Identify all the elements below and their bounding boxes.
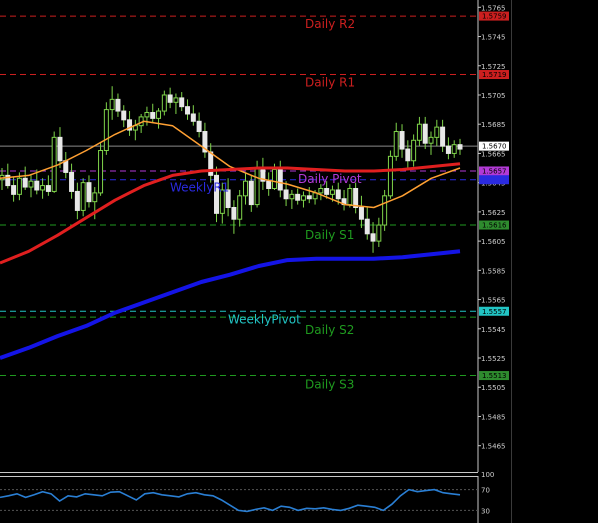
daily-s1-price-tag: 1.5616 <box>479 220 509 230</box>
svg-text:1.5719: 1.5719 <box>482 71 507 79</box>
daily-s3-price-tag: 1.5513 <box>479 371 509 381</box>
price-axis-tick-label: 1.5485 <box>481 413 506 421</box>
candle[interactable] <box>80 178 86 217</box>
price-axis-tick-label: 1.5605 <box>481 238 506 246</box>
forex-chart[interactable]: Daily R2 Daily R1 Daily Pivot WeeklyR1 Daily… <box>0 0 598 523</box>
daily-s3-label: Daily S3 <box>305 378 354 392</box>
svg-text:1.5759: 1.5759 <box>482 13 507 21</box>
weeklypivot-label: WeeklyPivot <box>228 312 301 326</box>
svg-text:1.5513: 1.5513 <box>482 372 507 380</box>
price-axis-tick-label: 1.5625 <box>481 209 506 217</box>
price-axis-tick-label: 1.5665 <box>481 150 506 158</box>
daily-pivot-label: Daily Pivot <box>298 172 362 186</box>
oscillator-tick-label: 100 <box>481 471 494 479</box>
price-axis-tick-label: 1.5565 <box>481 297 506 305</box>
price-axis-tick-label: 1.5465 <box>481 443 506 451</box>
svg-text:1.5557: 1.5557 <box>482 308 507 316</box>
candle[interactable] <box>382 189 388 231</box>
weeklyr1-label: WeeklyR1 <box>170 181 229 195</box>
daily-r2-price-tag: 1.5759 <box>479 11 509 21</box>
price-axis-tick-label: 1.5765 <box>481 4 506 12</box>
price-axis-tick-label: 1.5745 <box>481 34 506 42</box>
daily-s2-label: Daily S2 <box>305 323 354 337</box>
daily-r1-price-tag: 1.5719 <box>479 70 509 80</box>
chart-canvas[interactable]: Daily R2 Daily R1 Daily Pivot WeeklyR1 Daily… <box>0 0 598 523</box>
price-axis-tick-label: 1.5545 <box>481 326 506 334</box>
current-price-tag: 1.5670 <box>479 141 509 151</box>
price-axis-tick-label: 1.5725 <box>481 63 506 71</box>
candle[interactable] <box>103 102 109 155</box>
svg-text:1.5616: 1.5616 <box>482 222 507 230</box>
weeklypivot-price-tag: 1.5557 <box>479 306 509 316</box>
daily-s1-label: Daily S1 <box>305 228 354 242</box>
candle[interactable] <box>387 150 393 199</box>
oscillator-tick-label: 70 <box>481 487 490 495</box>
price-axis-tick-label: 1.5525 <box>481 355 506 363</box>
oscillator-tick-label: 30 <box>481 507 490 515</box>
price-axis-tick-label: 1.5585 <box>481 267 506 275</box>
svg-text:1.5657: 1.5657 <box>482 167 507 175</box>
daily-r2-label: Daily R2 <box>305 17 355 31</box>
daily-r1-label: Daily R1 <box>305 76 355 90</box>
price-axis-tick-label: 1.5505 <box>481 384 506 392</box>
svg-text:1.5670: 1.5670 <box>482 143 507 151</box>
candle[interactable] <box>98 143 104 196</box>
weeklyr1-price-tag <box>479 175 509 185</box>
price-axis-tick-label: 1.5705 <box>481 92 506 100</box>
daily-pivot-price-tag: 1.5657 <box>479 166 509 176</box>
candle[interactable] <box>51 131 57 193</box>
price-axis-tick-label: 1.5685 <box>481 121 506 129</box>
